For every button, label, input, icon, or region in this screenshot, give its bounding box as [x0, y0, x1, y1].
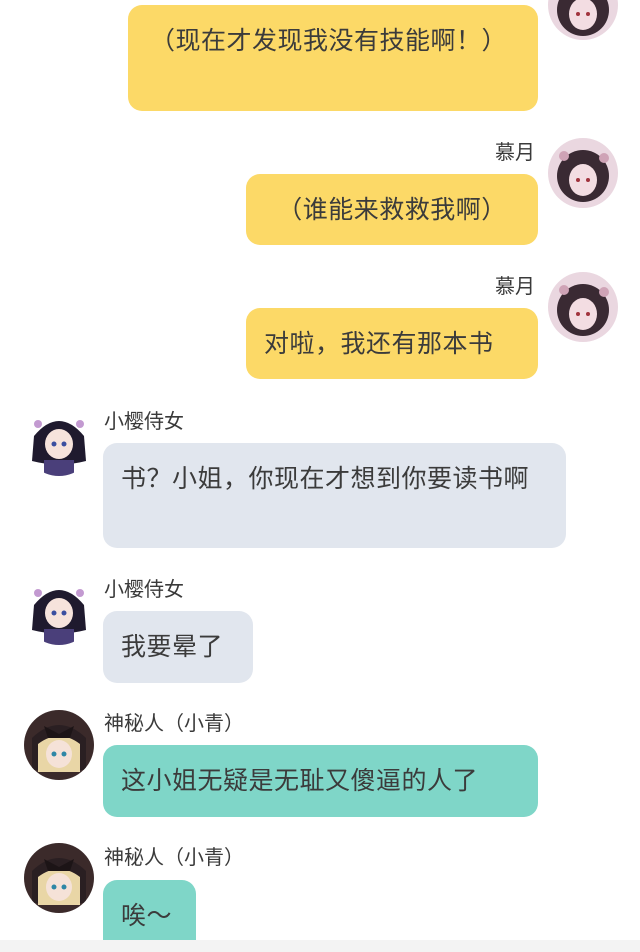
xiaoqing-avatar[interactable] — [24, 843, 94, 913]
sender-name: 慕月 — [495, 274, 535, 298]
sender-name: 神秘人（小青） — [104, 845, 244, 869]
avatar-image — [24, 843, 94, 913]
xiaoying-avatar[interactable] — [24, 575, 94, 645]
message-bubble[interactable]: 我要晕了 — [103, 611, 253, 683]
avatar-image — [548, 0, 618, 40]
sender-name: 小樱侍女 — [104, 577, 184, 601]
message-text: （谁能来救救我啊） — [277, 195, 507, 224]
muyue-avatar[interactable] — [548, 0, 618, 40]
sender-name: 慕月 — [495, 140, 535, 164]
chat-transcript: （现在才发现我没有技能啊！） 慕月 （谁能来救救我啊） 慕月 对啦，我还有那本书… — [0, 0, 640, 952]
avatar-image — [24, 710, 94, 780]
message-text: 这小姐无疑是无耻又傻逼的人了 — [121, 766, 479, 795]
message-bubble[interactable]: （谁能来救救我啊） — [246, 174, 538, 245]
message-text: 唉～ — [121, 901, 173, 930]
sender-name: 神秘人（小青） — [104, 711, 244, 735]
message-text: 书？小姐，你现在才想到你要读书啊 — [121, 464, 530, 493]
avatar-image — [24, 575, 94, 645]
message-bubble[interactable]: 对啦，我还有那本书 — [246, 308, 538, 379]
avatar-image — [24, 406, 94, 476]
message-bubble[interactable]: （现在才发现我没有技能啊！） — [128, 5, 538, 111]
avatar-image — [548, 138, 618, 208]
avatar-image — [548, 272, 618, 342]
xiaoying-avatar[interactable] — [24, 406, 94, 476]
message-text: （现在才发现我没有技能啊！） — [150, 26, 508, 55]
bottom-bar — [0, 940, 640, 952]
message-bubble[interactable]: 书？小姐，你现在才想到你要读书啊 — [103, 443, 566, 548]
xiaoqing-avatar[interactable] — [24, 710, 94, 780]
sender-name: 小樱侍女 — [104, 409, 184, 433]
message-text: 对啦，我还有那本书 — [264, 329, 494, 358]
muyue-avatar[interactable] — [548, 138, 618, 208]
message-bubble[interactable]: 这小姐无疑是无耻又傻逼的人了 — [103, 745, 538, 817]
muyue-avatar[interactable] — [548, 272, 618, 342]
message-text: 我要晕了 — [121, 632, 224, 661]
